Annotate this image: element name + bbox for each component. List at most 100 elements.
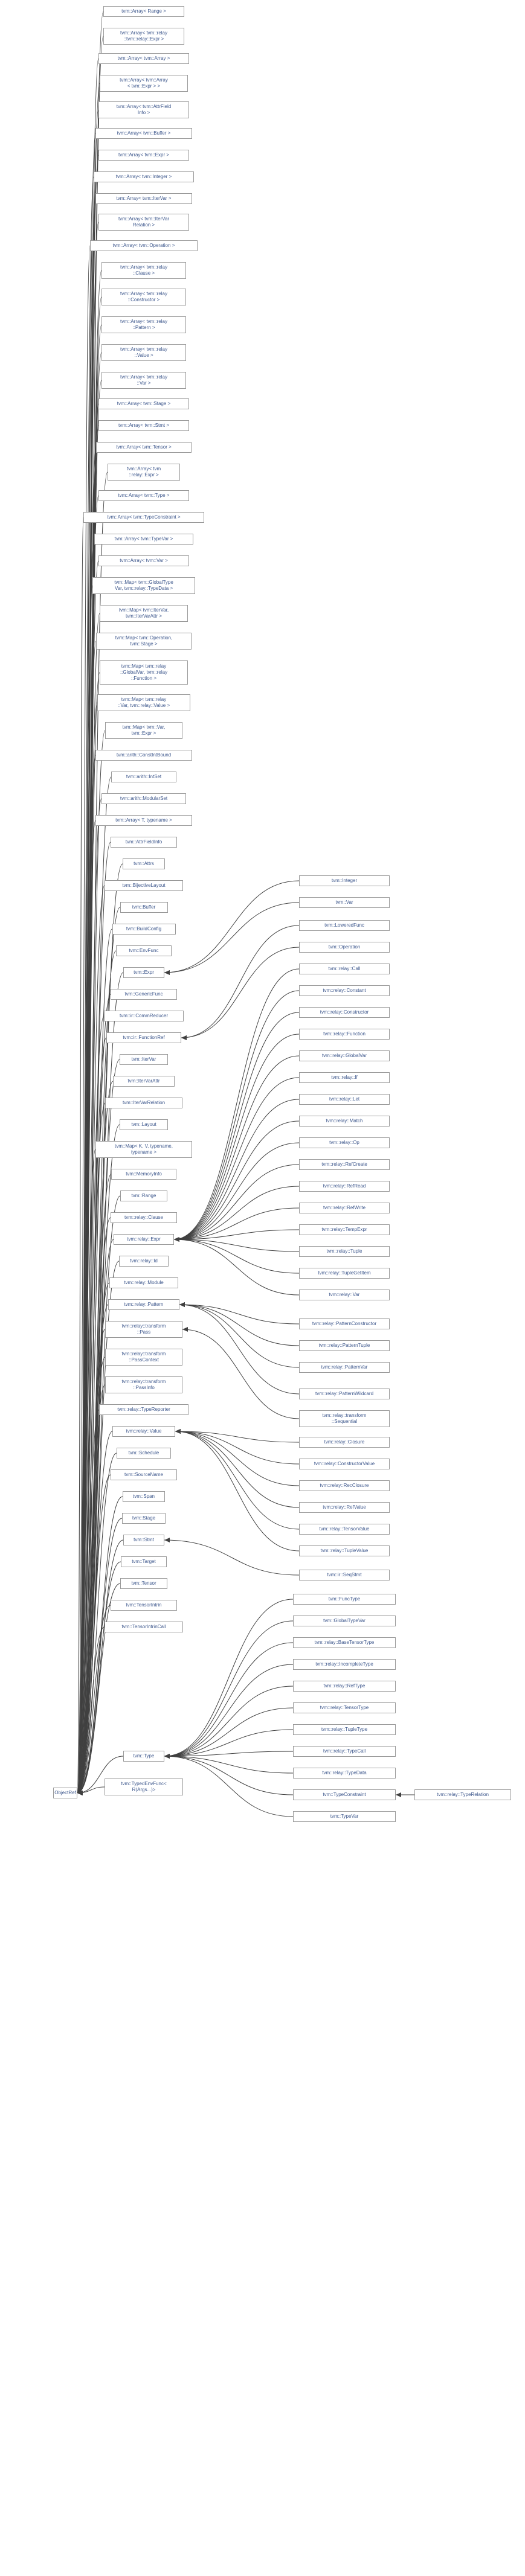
class-link[interactable]: tvm::Array< tvm::Array > <box>118 56 170 62</box>
class-link[interactable]: tvm::relay::Function <box>323 1031 366 1037</box>
class-node[interactable]: tvm::relay::If <box>299 1072 390 1083</box>
class-node[interactable]: tvm::Array< tvm::Expr > <box>98 150 189 161</box>
class-node[interactable]: tvm::relay::ConstructorValue <box>299 1459 390 1469</box>
class-link[interactable]: tvm::Array< tvm::Stmt > <box>118 423 169 429</box>
class-link[interactable]: tvm::Array< tvm::relay ::Var > <box>120 374 167 386</box>
class-node[interactable]: tvm::Array< tvm::Stage > <box>98 398 189 409</box>
class-link[interactable]: tvm::Map< tvm::relay ::Var, tvm::relay::… <box>118 697 170 709</box>
class-link[interactable]: tvm::relay::PatternConstructor <box>312 1321 376 1327</box>
class-link[interactable]: tvm::Map< tvm::IterVar, tvm::IterVarAttr… <box>119 607 169 619</box>
class-node[interactable]: tvm::relay::transform ::Pass <box>105 1321 182 1338</box>
class-node[interactable]: tvm::relay::Match <box>299 1116 390 1127</box>
class-link[interactable]: tvm::Array< tvm::Array < tvm::Expr > > <box>120 77 168 89</box>
class-node[interactable]: tvm::relay::TensorValue <box>299 1524 390 1535</box>
class-node[interactable]: tvm::Array< tvm::Type > <box>98 490 189 501</box>
class-link[interactable]: tvm::LoweredFunc <box>324 922 364 928</box>
class-node[interactable]: tvm::IterVar <box>120 1054 168 1065</box>
class-link[interactable]: tvm::IterVarRelation <box>123 1100 165 1106</box>
class-node[interactable]: tvm::relay::Var <box>299 1290 390 1300</box>
class-link[interactable]: tvm::TypeConstraint <box>323 1792 366 1798</box>
class-link[interactable]: tvm::Map< tvm::Var, tvm::Expr > <box>123 724 166 737</box>
class-link[interactable]: tvm::Array< tvm::TypeConstraint > <box>107 514 180 520</box>
class-link[interactable]: tvm::relay::BaseTensorType <box>315 1640 375 1646</box>
class-node[interactable]: tvm::Integer <box>299 875 390 886</box>
class-link[interactable]: tvm::TypedEnvFunc< R(Args...)> <box>121 1781 166 1793</box>
class-node[interactable]: tvm::Array< tvm::AttrField Info > <box>98 101 189 118</box>
class-link[interactable]: tvm::relay::transform ::PassInfo <box>122 1379 166 1391</box>
class-node[interactable]: tvm::Var <box>299 897 390 908</box>
class-link[interactable]: tvm::Array< tvm::Type > <box>118 493 170 499</box>
class-node[interactable]: tvm::relay::Module <box>109 1277 178 1288</box>
class-node[interactable]: tvm::Array< tvm::relay ::Var > <box>101 372 186 389</box>
class-node[interactable]: tvm::Array< tvm::TypeVar > <box>94 534 193 545</box>
class-link[interactable]: tvm::ir::FunctionRef <box>123 1035 164 1041</box>
class-link[interactable]: tvm::relay::PatternVar <box>321 1364 368 1370</box>
class-link[interactable]: tvm::relay::Call <box>329 966 361 972</box>
class-node[interactable]: tvm::Layout <box>120 1119 168 1130</box>
class-node[interactable]: tvm::relay::TypeRelation <box>414 1789 511 1800</box>
class-link[interactable]: tvm::relay::TempExpr <box>321 1227 367 1233</box>
class-node[interactable]: tvm::relay::transform ::Sequential <box>299 1410 390 1427</box>
class-link[interactable]: tvm::TypeVar <box>330 1814 359 1820</box>
class-link[interactable]: tvm::relay::RefType <box>324 1683 366 1689</box>
class-link[interactable]: tvm::relay::Match <box>326 1118 363 1124</box>
class-link[interactable]: ObjectRef <box>54 1790 76 1796</box>
class-link[interactable]: tvm::relay::Tuple <box>327 1248 362 1254</box>
class-node[interactable]: tvm::relay::Call <box>299 964 390 974</box>
class-link[interactable]: tvm::Array< tvm::TypeVar > <box>115 536 173 542</box>
class-link[interactable]: tvm::EnvFunc <box>129 948 159 954</box>
class-link[interactable]: tvm::relay::Value <box>126 1428 162 1434</box>
class-node[interactable]: tvm::Map< tvm::relay ::Var, tvm::relay::… <box>97 694 190 711</box>
class-link[interactable]: tvm::relay::TypeCall <box>323 1748 366 1754</box>
class-link[interactable]: tvm::Array< tvm::Tensor > <box>116 444 172 450</box>
class-node[interactable]: tvm::LoweredFunc <box>299 920 390 931</box>
class-node[interactable]: tvm::relay::Id <box>119 1256 169 1267</box>
class-link[interactable]: tvm::relay::IncompleteType <box>315 1661 373 1667</box>
class-link[interactable]: tvm::TensorIntrin <box>126 1602 161 1608</box>
class-link[interactable]: tvm::Array< tvm::Var > <box>120 558 167 564</box>
class-link[interactable]: tvm::relay::GlobalVar <box>322 1053 367 1059</box>
class-link[interactable]: tvm::GlobalTypeVar <box>323 1618 366 1624</box>
class-node[interactable]: tvm::relay::PatternVar <box>299 1362 390 1373</box>
class-link[interactable]: tvm::Map< tvm::GlobalType Var, tvm::rela… <box>114 580 173 592</box>
class-node[interactable]: tvm::relay::PatternTuple <box>299 1340 390 1351</box>
class-link[interactable]: tvm::Map< K, V, typename, typename > <box>115 1143 173 1155</box>
class-node[interactable]: tvm::relay::transform ::PassContext <box>105 1349 182 1366</box>
class-node[interactable]: tvm::Array< tvm::IterVar Relation > <box>98 214 189 231</box>
class-node[interactable]: tvm::Stage <box>122 1513 166 1524</box>
class-node[interactable]: tvm::IterVarRelation <box>105 1098 182 1108</box>
class-link[interactable]: tvm::relay::PatternTuple <box>319 1343 370 1349</box>
class-node[interactable]: tvm::TensorIntrin <box>111 1600 177 1611</box>
class-link[interactable]: tvm::Array< Range > <box>121 8 166 14</box>
class-node[interactable]: tvm::relay::Expr <box>114 1234 174 1245</box>
class-node[interactable]: tvm::BijectiveLayout <box>105 880 183 891</box>
class-link[interactable]: tvm::relay::Clause <box>124 1215 163 1221</box>
class-node[interactable]: tvm::TensorIntrinCall <box>105 1622 183 1632</box>
class-link[interactable]: tvm::TensorIntrinCall <box>122 1624 166 1630</box>
class-node[interactable]: tvm::Array< tvm::TypeConstraint > <box>83 512 204 523</box>
class-node[interactable]: tvm::Type <box>123 1751 164 1762</box>
class-link[interactable]: tvm::relay::PatternWildcard <box>315 1391 373 1397</box>
class-node[interactable]: tvm::GenericFunc <box>111 989 177 1000</box>
class-link[interactable]: tvm::relay::Constructor <box>320 1009 369 1015</box>
class-node[interactable]: tvm::Tensor <box>120 1578 167 1589</box>
class-node[interactable]: tvm::Array< tvm::Integer > <box>94 171 194 182</box>
class-node[interactable]: tvm::relay::TupleGetItem <box>299 1268 390 1279</box>
class-node[interactable]: tvm::Range <box>120 1191 167 1201</box>
class-node[interactable]: tvm::GlobalTypeVar <box>293 1616 396 1626</box>
class-link[interactable]: tvm::relay::RefWrite <box>323 1205 366 1211</box>
class-node[interactable]: tvm::Schedule <box>117 1448 171 1459</box>
class-link[interactable]: tvm::Map< tvm::relay ::GlobalVar, tvm::r… <box>120 663 167 682</box>
class-link[interactable]: tvm::Schedule <box>129 1450 159 1456</box>
class-node[interactable]: tvm::Map< tvm::Operation, tvm::Stage > <box>96 633 192 650</box>
class-link[interactable]: tvm::relay::RefRead <box>323 1183 366 1189</box>
class-link[interactable]: tvm::BijectiveLayout <box>122 883 165 889</box>
class-node[interactable]: ObjectRef <box>53 1788 77 1798</box>
class-node[interactable]: tvm::Map< K, V, typename, typename > <box>95 1141 192 1158</box>
class-link[interactable]: tvm::Span <box>133 1494 155 1500</box>
class-node[interactable]: tvm::Operation <box>299 942 390 953</box>
class-link[interactable]: tvm::relay::TypeRelation <box>437 1792 489 1798</box>
class-node[interactable]: tvm::Attrs <box>123 858 165 869</box>
class-node[interactable]: tvm::Array< tvm::Array > <box>98 53 189 64</box>
class-node[interactable]: tvm::relay::Pattern <box>108 1299 179 1310</box>
